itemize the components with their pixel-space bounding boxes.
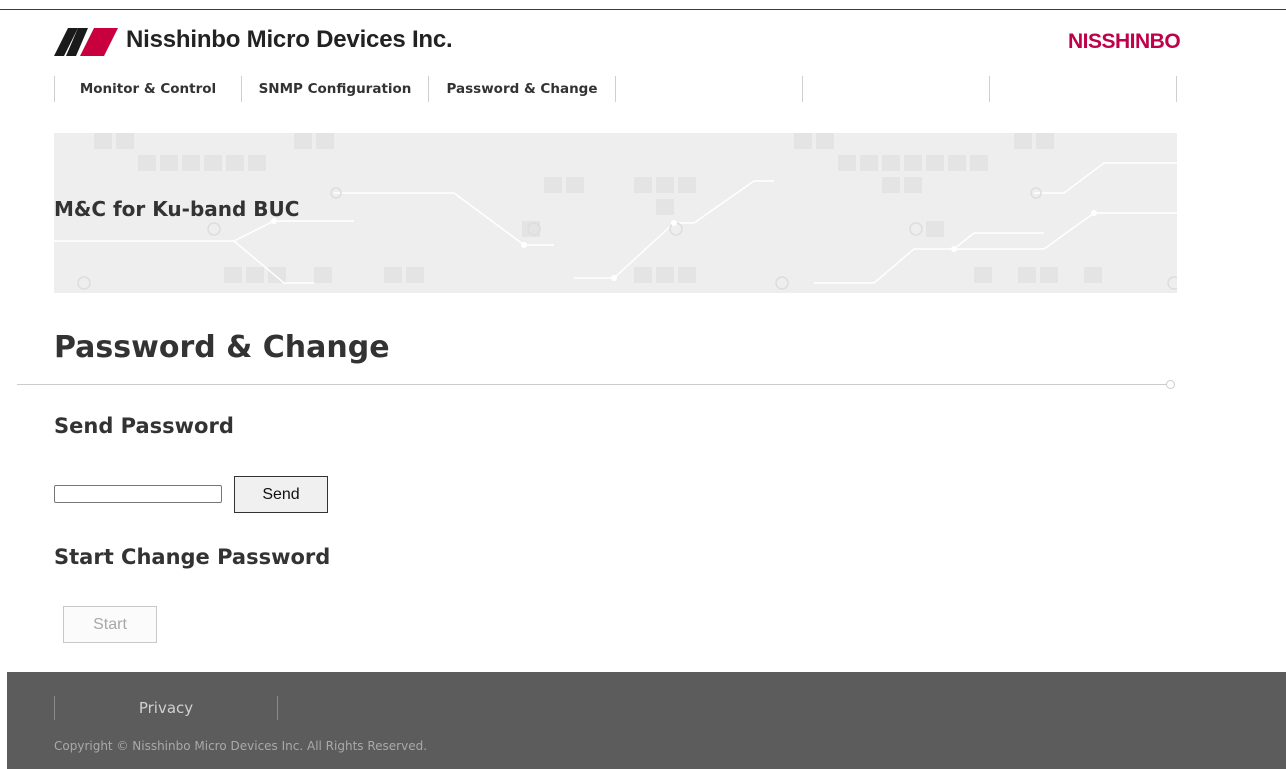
top-rule <box>0 9 1286 10</box>
nisshinbo-n-logo-icon <box>54 28 118 56</box>
nav-item-password-change[interactable]: Password & Change <box>429 76 615 102</box>
send-button[interactable]: Send <box>234 476 328 513</box>
nav-item-empty-2[interactable] <box>803 76 989 102</box>
privacy-link[interactable]: Privacy <box>55 696 277 720</box>
password-input[interactable] <box>54 485 222 503</box>
copyright-text: Copyright © Nisshinbo Micro Devices Inc.… <box>54 739 428 753</box>
nav-item-snmp-configuration[interactable]: SNMP Configuration <box>242 76 428 102</box>
title-divider <box>17 384 1167 385</box>
nav-separator <box>1176 76 1177 102</box>
page-title: Password & Change <box>54 330 390 365</box>
nav-item-empty-3[interactable] <box>990 76 1176 102</box>
main-nav: Monitor & Control SNMP Configuration Pas… <box>54 76 1177 102</box>
hero-banner: M&C for Ku-band BUC <box>54 133 1177 293</box>
footer-separator <box>277 696 278 720</box>
brand-wordmark: NISSHINBO <box>1068 30 1181 53</box>
company-name: Nisshinbo Micro Devices Inc. <box>126 26 453 53</box>
nav-item-empty-1[interactable] <box>616 76 802 102</box>
start-change-password-heading: Start Change Password <box>54 545 331 569</box>
send-password-heading: Send Password <box>54 414 234 438</box>
nav-item-monitor-control[interactable]: Monitor & Control <box>55 76 241 102</box>
title-divider-end-circle <box>1166 380 1175 389</box>
start-button[interactable]: Start <box>63 606 157 643</box>
banner-title: M&C for Ku-band BUC <box>54 197 300 221</box>
footer: Privacy Copyright © Nisshinbo Micro Devi… <box>7 672 1286 769</box>
